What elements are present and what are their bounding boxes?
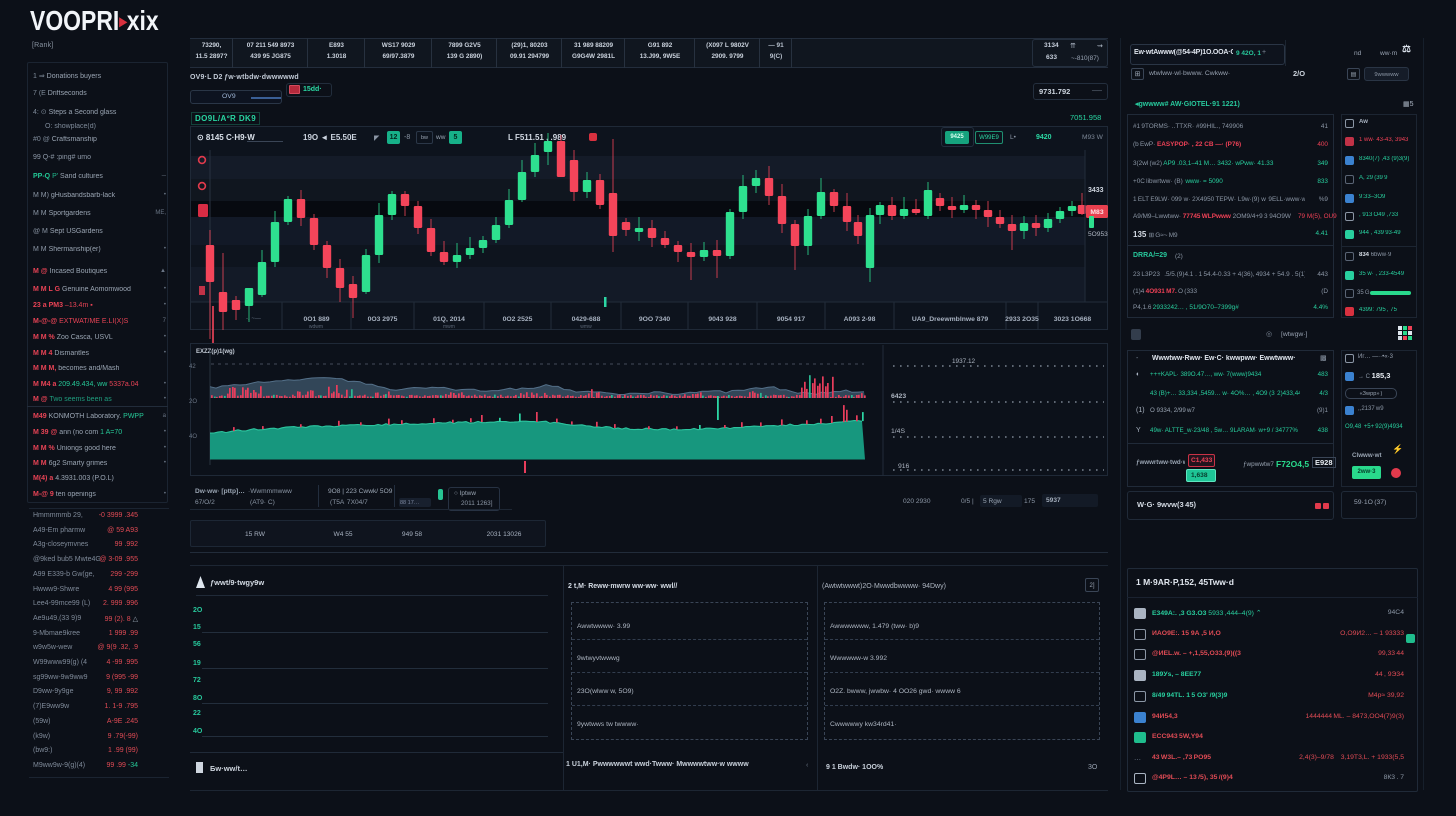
svg-text:916: 916 (898, 463, 910, 470)
svg-text:1937.12: 1937.12 (952, 358, 976, 365)
svg-text:1/4S: 1/4S (891, 428, 905, 435)
svg-text:6423: 6423 (891, 393, 906, 400)
